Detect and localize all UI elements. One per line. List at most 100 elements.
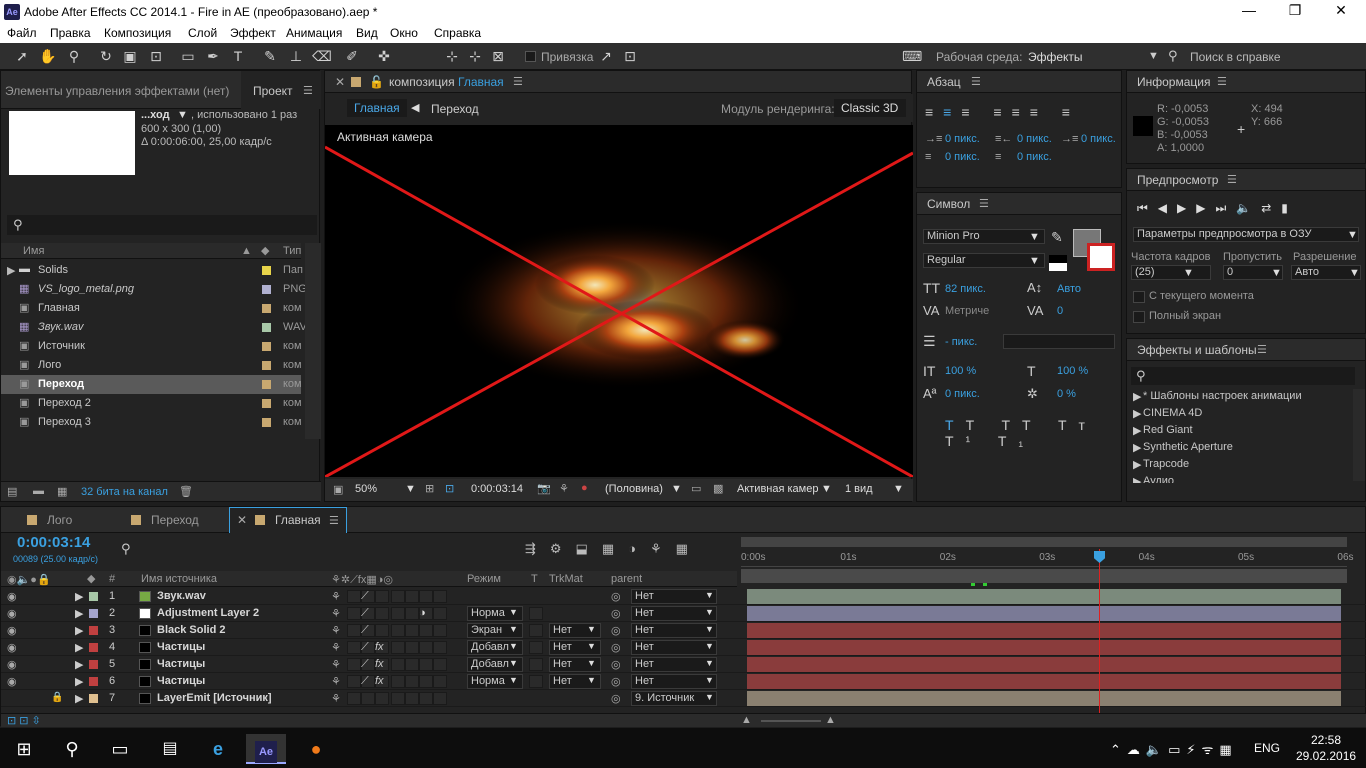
- comp-name[interactable]: ...ход: [141, 109, 170, 121]
- layer-row[interactable]: ◉ ▶ 4 Частицы ⚘ ⟋ fx Добавл ▼ Нет ▼ ◎ Нет ▼: [1, 639, 1366, 656]
- layer-switch-cell[interactable]: [433, 590, 447, 603]
- tab-effects[interactable]: Эффекты и шаблоны: [1137, 343, 1257, 357]
- expand-arrow-icon[interactable]: ▶: [1133, 475, 1141, 483]
- panel-menu-icon[interactable]: ☰: [513, 75, 523, 88]
- layer-switch-cell[interactable]: [433, 692, 447, 705]
- edge-browser-icon[interactable]: e: [198, 734, 238, 764]
- time-ruler[interactable]: 0:00s 01s 02s 03s 04s 05s 06s: [741, 549, 1354, 567]
- layer-switch-cell[interactable]: [405, 658, 419, 671]
- layer-switch-cell[interactable]: [419, 658, 433, 671]
- playback-controls[interactable]: ⏮◀▶▶⏭🔈⇄▮: [1137, 201, 1298, 216]
- expand-arrow-icon[interactable]: ▶: [75, 658, 83, 671]
- effects-scrollbar[interactable]: [1353, 389, 1365, 481]
- layer-switch-cell[interactable]: [347, 590, 361, 603]
- chevron-down-icon[interactable]: ▼: [705, 590, 714, 600]
- parent-pickwhip-icon[interactable]: ◎: [611, 675, 621, 688]
- expand-arrow-icon[interactable]: ▶: [75, 624, 83, 637]
- project-item[interactable]: ▣ Переход 2 ком: [1, 394, 302, 413]
- expand-arrow-icon[interactable]: ▶: [1133, 424, 1141, 437]
- effects-category[interactable]: ▶ Trapcode: [1127, 457, 1353, 474]
- brush-tool-icon[interactable]: ✎: [260, 47, 280, 66]
- zoom-in-icon[interactable]: ▲: [825, 714, 836, 726]
- layer-switch-cell[interactable]: [391, 624, 405, 637]
- chevron-down-icon[interactable]: ▼: [509, 675, 518, 685]
- winrar-icon[interactable]: ▤: [150, 734, 190, 764]
- mask-visibility-icon[interactable]: ⊡: [445, 482, 454, 495]
- tab-paragraph[interactable]: Абзац: [927, 75, 961, 89]
- shy-switch-icon[interactable]: ⚘: [331, 590, 341, 603]
- close-tab-icon[interactable]: ✕: [335, 75, 345, 89]
- quality-switch-icon[interactable]: ⟋: [361, 658, 369, 671]
- project-scrollbar[interactable]: [305, 243, 321, 439]
- transparency-grid-icon[interactable]: ▩: [713, 482, 723, 495]
- breadcrumb-main[interactable]: Главная: [347, 99, 407, 117]
- layer-duration-bar[interactable]: [747, 606, 1341, 621]
- menu-help[interactable]: Справка: [434, 26, 481, 40]
- timeline-switches-toolbar[interactable]: ⇶⚙⬓▦◑⚘▦: [525, 541, 702, 557]
- layer-switch-cell[interactable]: [391, 590, 405, 603]
- tab-timeline-main[interactable]: Главная: [275, 513, 321, 527]
- layer-row[interactable]: 🔒 ▶ 7 LayerEmit [Источник] ⚘ ◎ 9. Источник ▼: [1, 690, 1366, 707]
- parent-pickwhip-icon[interactable]: ◎: [611, 607, 621, 620]
- chevron-down-icon[interactable]: ▼: [893, 483, 904, 495]
- layer-label-swatch[interactable]: [89, 694, 98, 703]
- layer-switch-cell[interactable]: [347, 658, 361, 671]
- chevron-down-icon[interactable]: ▼: [1271, 267, 1282, 279]
- indent-right-value[interactable]: 0 пикс.: [1017, 133, 1052, 145]
- effects-category[interactable]: ▶ CINEMA 4D: [1127, 406, 1353, 423]
- work-area-bar[interactable]: [741, 537, 1347, 547]
- eraser-tool-icon[interactable]: ⌫: [312, 47, 332, 66]
- layer-switch-cell[interactable]: [391, 675, 405, 688]
- tab-project[interactable]: Проект: [253, 84, 293, 98]
- world-axis-icon[interactable]: ⊹: [465, 47, 485, 66]
- project-item[interactable]: ▣ Лого ком: [1, 356, 302, 375]
- layer-switch-cell[interactable]: [419, 641, 433, 654]
- preserve-transparency-cell[interactable]: [529, 607, 543, 620]
- layer-switch-cell[interactable]: [391, 641, 405, 654]
- layer-switch-cell[interactable]: [375, 624, 389, 637]
- project-item[interactable]: ▣ Главная ком: [1, 299, 302, 318]
- menu-animation[interactable]: Анимация: [286, 26, 342, 40]
- zoom-tool-icon[interactable]: ⚲: [64, 47, 84, 66]
- panel-menu-icon[interactable]: ☰: [1227, 173, 1237, 186]
- local-axis-icon[interactable]: ⊹: [442, 47, 462, 66]
- effects-category[interactable]: ▶ Synthetic Aperture: [1127, 440, 1353, 457]
- firefox-icon[interactable]: ●: [296, 734, 336, 764]
- chevron-down-icon[interactable]: ▼: [1029, 231, 1040, 243]
- workspace-icon[interactable]: ⌨: [902, 47, 922, 66]
- task-view-icon[interactable]: ▭: [100, 734, 140, 764]
- expand-arrow-icon[interactable]: ▶: [75, 590, 83, 603]
- tab-timeline-transition[interactable]: Переход: [151, 513, 199, 527]
- bit-depth-button[interactable]: 32 бита на канал: [81, 486, 168, 498]
- chevron-down-icon[interactable]: ▼: [587, 675, 596, 685]
- label-color-swatch[interactable]: [262, 285, 271, 294]
- snap-checkbox[interactable]: [525, 51, 536, 62]
- stroke-width-value[interactable]: - пикс.: [945, 336, 977, 348]
- parent-pickwhip-icon[interactable]: ◎: [611, 624, 621, 637]
- expand-arrow-icon[interactable]: ▶: [75, 641, 83, 654]
- region-of-interest-icon[interactable]: ▭: [691, 482, 701, 495]
- panel-menu-icon[interactable]: ☰: [329, 514, 339, 527]
- tsume-value[interactable]: 0 %: [1057, 388, 1076, 400]
- layer-row[interactable]: ◉ ▶ 6 Частицы ⚘ ⟋ fx Норма ▼ Нет ▼ ◎ Нет ▼: [1, 673, 1366, 690]
- tracking-value[interactable]: 0: [1057, 305, 1063, 317]
- visibility-eye-icon[interactable]: ◉: [7, 624, 17, 637]
- font-style-dropdown[interactable]: Regular: [923, 253, 1045, 268]
- current-time[interactable]: 0:00:03:14: [471, 483, 523, 495]
- layer-switch-cell[interactable]: [391, 658, 405, 671]
- rotate-tool-icon[interactable]: ↻: [96, 47, 116, 66]
- maximize-button[interactable]: ❐: [1272, 2, 1318, 19]
- effects-category[interactable]: ▶ Red Giant: [1127, 423, 1353, 440]
- close-button[interactable]: ✕: [1318, 2, 1364, 19]
- effects-switch-icon[interactable]: fx: [375, 641, 384, 653]
- expand-arrow-icon[interactable]: ▶: [1133, 441, 1141, 454]
- layer-duration-bar[interactable]: [747, 657, 1341, 672]
- label-color-swatch[interactable]: [262, 323, 271, 332]
- quality-switch-icon[interactable]: ⟋: [361, 675, 369, 688]
- breadcrumb-transition[interactable]: Переход: [431, 102, 479, 116]
- type-tool-icon[interactable]: T: [228, 47, 248, 66]
- kerning-value[interactable]: Метриче: [945, 305, 989, 317]
- visibility-eye-icon[interactable]: ◉: [7, 658, 17, 671]
- safe-zones-icon[interactable]: ⊞: [425, 482, 434, 495]
- indent-left-value[interactable]: 0 пикс.: [945, 133, 980, 145]
